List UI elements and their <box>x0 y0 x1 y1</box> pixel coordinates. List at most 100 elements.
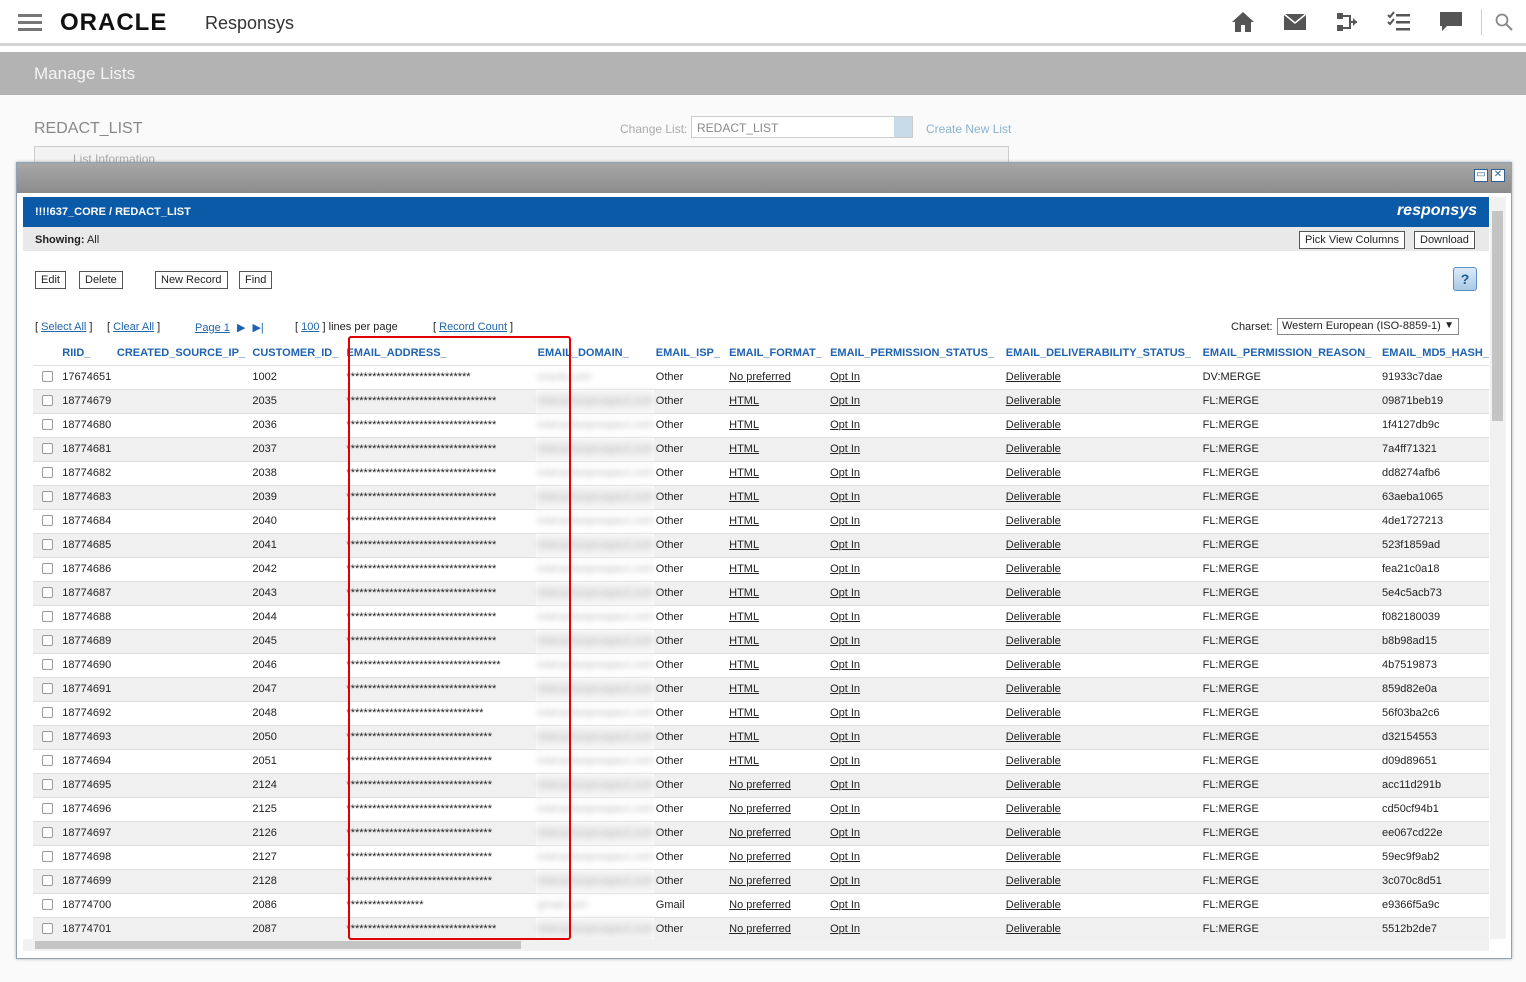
column-header[interactable]: CREATED_SOURCE_IP_ <box>115 341 251 365</box>
edit-button[interactable]: Edit <box>35 271 66 289</box>
delete-button[interactable]: Delete <box>79 271 123 289</box>
row-checkbox[interactable] <box>42 635 53 646</box>
next-page-icon[interactable]: ▶ <box>237 322 245 334</box>
row-checkbox[interactable] <box>42 875 53 886</box>
table-row[interactable]: 18774695 2124 ****************************… <box>33 772 1489 797</box>
checklist-icon[interactable] <box>1379 8 1419 36</box>
table-row[interactable]: 18774693 2050 ****************************… <box>33 724 1489 749</box>
table-row[interactable]: 18774696 2125 ****************************… <box>33 796 1489 821</box>
row-checkbox[interactable] <box>42 467 53 478</box>
column-header[interactable]: EMAIL_DELIVERABILITY_STATUS_ <box>1004 341 1201 365</box>
scroll-thumb[interactable] <box>1492 211 1503 421</box>
row-checkbox[interactable] <box>42 827 53 838</box>
column-header[interactable]: EMAIL_FORMAT_ <box>727 341 828 365</box>
home-icon[interactable] <box>1223 8 1263 36</box>
column-header[interactable]: RIID_ <box>60 341 115 365</box>
popup-titlebar[interactable]: ▭ ✕ <box>17 163 1511 193</box>
mail-icon[interactable] <box>1275 8 1315 36</box>
row-checkbox[interactable] <box>42 707 53 718</box>
column-header[interactable]: EMAIL_DOMAIN_ <box>536 341 654 365</box>
column-header[interactable]: EMAIL_PERMISSION_STATUS_ <box>828 341 1004 365</box>
table-row[interactable]: 18774691 2047 ****************************… <box>33 676 1489 701</box>
chevron-down-icon[interactable] <box>894 117 912 137</box>
table-row[interactable]: 18774680 2036 ****************************… <box>33 412 1489 437</box>
download-button[interactable]: Download <box>1414 231 1475 249</box>
table-row[interactable]: 17674651 1002 ****************************… <box>33 364 1489 389</box>
table-row[interactable]: 18774697 2126 ****************************… <box>33 820 1489 845</box>
row-checkbox[interactable] <box>42 611 53 622</box>
row-checkbox[interactable] <box>42 491 53 502</box>
table-row[interactable]: 18774686 2042 ****************************… <box>33 556 1489 581</box>
lines-per-page-link[interactable]: 100 <box>301 321 319 333</box>
table-row[interactable]: 18774700 2086 ****************** gmail.com G… <box>33 892 1489 917</box>
close-icon[interactable]: ✕ <box>1491 169 1505 182</box>
row-select-cell <box>33 484 61 509</box>
table-cell: 18774697 <box>60 820 115 845</box>
row-checkbox[interactable] <box>42 659 53 670</box>
column-header[interactable]: EMAIL_ISP_ <box>654 341 727 365</box>
create-new-list-link[interactable]: Create New List <box>926 122 1011 136</box>
row-checkbox[interactable] <box>42 539 53 550</box>
table-cell <box>114 820 251 845</box>
row-checkbox[interactable] <box>42 683 53 694</box>
table-row[interactable]: 18774681 2037 ****************************… <box>33 436 1489 461</box>
table-row[interactable]: 18774688 2044 ****************************… <box>33 604 1489 629</box>
table-row[interactable]: 18774699 2128 ****************************… <box>33 868 1489 893</box>
table-row[interactable]: 18774683 2039 ****************************… <box>33 484 1489 509</box>
table-row[interactable]: 18774687 2043 ****************************… <box>33 580 1489 605</box>
table-row[interactable]: 18774701 2087 ****************************… <box>33 916 1489 941</box>
row-checkbox[interactable] <box>42 779 53 790</box>
new-record-button[interactable]: New Record <box>155 271 228 289</box>
table-cell: FL:MERGE <box>1200 508 1380 533</box>
last-page-icon[interactable]: ▶| <box>252 322 263 334</box>
vertical-scrollbar[interactable] <box>1490 197 1506 939</box>
table-row[interactable]: 18774685 2041 ****************************… <box>33 532 1489 557</box>
help-icon[interactable]: ? <box>1453 267 1477 291</box>
column-header[interactable]: EMAIL_ADDRESS_ <box>344 341 535 365</box>
restore-icon[interactable]: ▭ <box>1474 169 1488 182</box>
row-checkbox[interactable] <box>42 563 53 574</box>
clear-all-link[interactable]: Clear All <box>113 321 154 333</box>
row-checkbox[interactable] <box>42 443 53 454</box>
row-checkbox[interactable] <box>42 803 53 814</box>
search-icon[interactable] <box>1492 8 1516 36</box>
charset-select[interactable]: Western European (ISO-8859-1) ▼ <box>1277 318 1459 335</box>
row-checkbox[interactable] <box>42 395 53 406</box>
table-cell: FL:MERGE <box>1200 820 1380 845</box>
table-row[interactable]: 18774684 2040 ****************************… <box>33 508 1489 533</box>
scroll-thumb[interactable] <box>35 941 521 949</box>
row-checkbox[interactable] <box>42 515 53 526</box>
row-checkbox[interactable] <box>42 419 53 430</box>
row-checkbox[interactable] <box>42 899 53 910</box>
column-header[interactable]: CUSTOMER_ID_ <box>250 341 344 365</box>
find-button[interactable]: Find <box>239 271 273 289</box>
flow-icon[interactable] <box>1327 8 1367 36</box>
column-header[interactable]: EMAIL_PERMISSION_REASON_ <box>1201 341 1380 365</box>
chat-icon[interactable] <box>1431 8 1471 36</box>
row-checkbox[interactable] <box>42 851 53 862</box>
row-checkbox[interactable] <box>42 587 53 598</box>
select-all-link[interactable]: Select All <box>41 321 86 333</box>
row-checkbox[interactable] <box>42 731 53 742</box>
table-row[interactable]: 18774682 2038 ****************************… <box>33 460 1489 485</box>
table-row[interactable]: 18774689 2045 ****************************… <box>33 628 1489 653</box>
table-row[interactable]: 18774679 2035 ****************************… <box>33 388 1489 413</box>
table-cell: 91933c7dae <box>1379 364 1489 389</box>
change-list-value: REDACT_LIST <box>697 121 779 135</box>
change-list-select[interactable]: REDACT_LIST <box>691 116 913 138</box>
table-row[interactable]: 18774690 2046 ****************************… <box>33 652 1489 677</box>
column-header[interactable]: EMAIL_MD5_HASH_ <box>1380 341 1489 365</box>
pagination: Page 1 ▶ ▶| <box>195 321 264 334</box>
pick-view-columns-button[interactable]: Pick View Columns <box>1299 231 1405 249</box>
record-count-link[interactable]: Record Count <box>439 321 507 333</box>
row-checkbox[interactable] <box>42 923 53 935</box>
table-row[interactable]: 18774698 2127 ****************************… <box>33 844 1489 869</box>
page-link[interactable]: Page 1 <box>195 322 230 334</box>
row-checkbox[interactable] <box>42 755 53 766</box>
table-cell: FL:MERGE <box>1200 676 1380 701</box>
horizontal-scrollbar[interactable] <box>23 939 1489 951</box>
table-row[interactable]: 18774692 2048 ****************************… <box>33 700 1489 725</box>
row-checkbox[interactable] <box>42 371 53 382</box>
menu-icon[interactable] <box>18 14 42 32</box>
table-row[interactable]: 18774694 2051 ****************************… <box>33 748 1489 773</box>
